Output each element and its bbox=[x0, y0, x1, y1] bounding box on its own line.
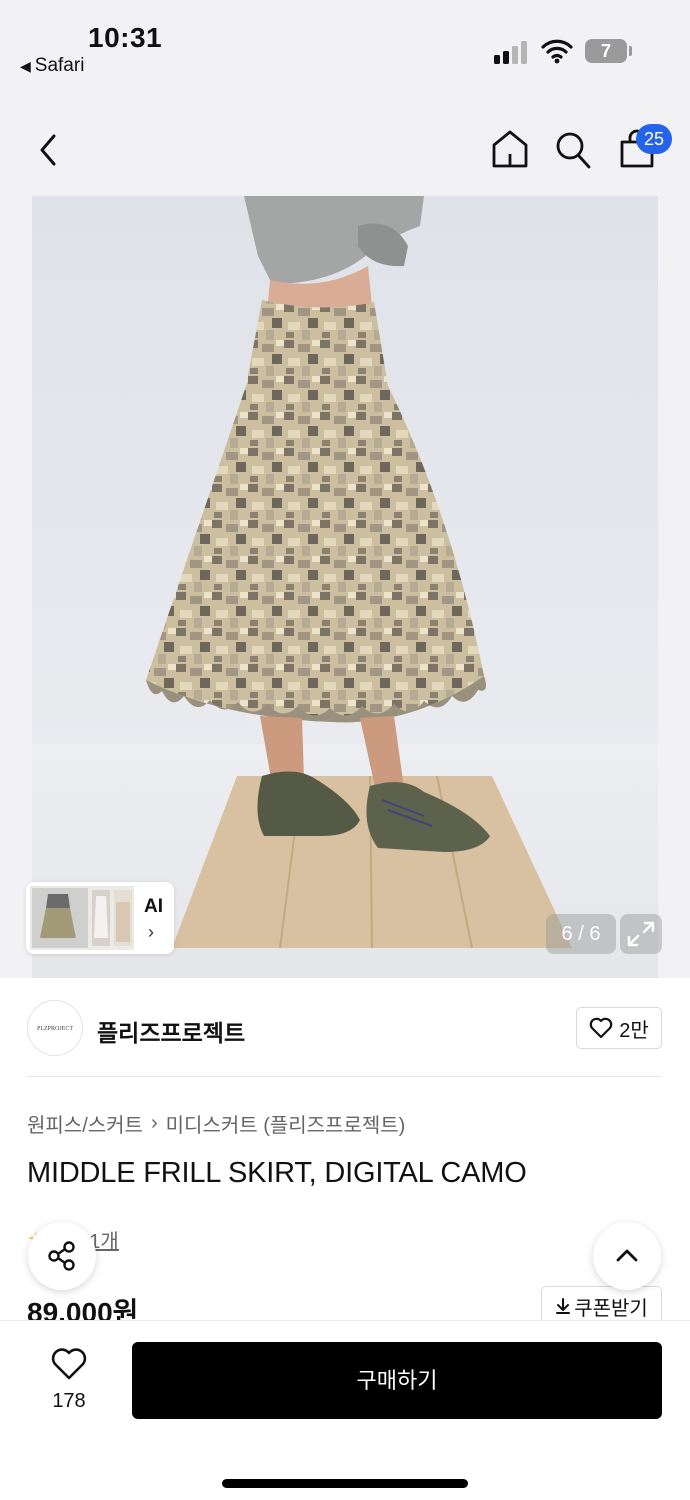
brand-logo[interactable]: PLZPROJECT bbox=[27, 1000, 83, 1056]
coupon-label: 쿠폰받기 bbox=[574, 1297, 648, 1320]
battery-cap bbox=[629, 46, 632, 56]
battery-icon: 7 bbox=[585, 39, 627, 63]
top-navigation bbox=[0, 100, 690, 196]
breadcrumb-subcategory[interactable]: 미디스커트 (플리즈프로젝트) bbox=[166, 1109, 406, 1138]
ai-lookbook-card[interactable]: AI › bbox=[26, 882, 174, 954]
chevron-up-icon bbox=[616, 1249, 638, 1262]
divider bbox=[27, 1076, 661, 1077]
home-indicator bbox=[222, 1479, 468, 1488]
share-button[interactable] bbox=[28, 1222, 96, 1290]
breadcrumb: 원피스/스커트 › 미디스커트 (플리즈프로젝트) bbox=[27, 1109, 405, 1138]
brand-name[interactable]: 플리즈프로젝트 bbox=[97, 1014, 245, 1048]
back-arrow-icon[interactable] bbox=[30, 130, 66, 170]
product-title: MIDDLE FRILL SKIRT, DIGITAL CAMO bbox=[27, 1157, 527, 1189]
back-to-app-link[interactable]: ◀ Safari bbox=[20, 55, 84, 77]
download-icon bbox=[556, 1298, 571, 1314]
bottom-purchase-bar: 178 구매하기 bbox=[0, 1320, 690, 1500]
chevron-right-icon: › bbox=[148, 922, 154, 942]
back-triangle-icon: ◀ bbox=[20, 58, 31, 74]
buy-button[interactable]: 구매하기 bbox=[132, 1342, 662, 1419]
back-app-label: Safari bbox=[34, 55, 85, 76]
ai-label: AI bbox=[144, 896, 163, 917]
heart-icon bbox=[589, 1017, 613, 1039]
wishlist-count: 178 bbox=[52, 1390, 86, 1412]
breadcrumb-category[interactable]: 원피스/스커트 bbox=[27, 1109, 143, 1138]
brand-like-count: 2만 bbox=[619, 1019, 649, 1042]
search-icon[interactable] bbox=[554, 130, 592, 170]
product-illustration bbox=[146, 196, 572, 949]
wifi-icon bbox=[541, 39, 573, 64]
cellular-signal-icon bbox=[494, 40, 530, 64]
product-info: PLZPROJECT 플리즈프로젝트 2만 원피스/스커트 › 미디스커트 (플… bbox=[0, 978, 690, 1328]
wishlist-button[interactable]: 178 bbox=[34, 1347, 104, 1413]
product-image[interactable] bbox=[32, 196, 658, 978]
cart-count-badge: 25 bbox=[636, 124, 672, 154]
image-counter: 6 / 6 bbox=[546, 914, 616, 954]
share-icon bbox=[48, 1241, 75, 1271]
status-bar: 10:31 ◀ Safari 7 bbox=[0, 0, 690, 100]
scroll-to-top-button[interactable] bbox=[593, 1222, 661, 1290]
expand-icon bbox=[627, 921, 655, 947]
chevron-right-icon: › bbox=[150, 1112, 158, 1134]
heart-icon bbox=[51, 1348, 87, 1380]
status-time: 10:31 bbox=[88, 22, 163, 53]
home-icon[interactable] bbox=[490, 128, 530, 170]
lookbook-thumbnail-image bbox=[30, 886, 134, 950]
expand-image-button[interactable] bbox=[620, 914, 662, 954]
brand-like-button[interactable]: 2만 bbox=[576, 1007, 662, 1049]
